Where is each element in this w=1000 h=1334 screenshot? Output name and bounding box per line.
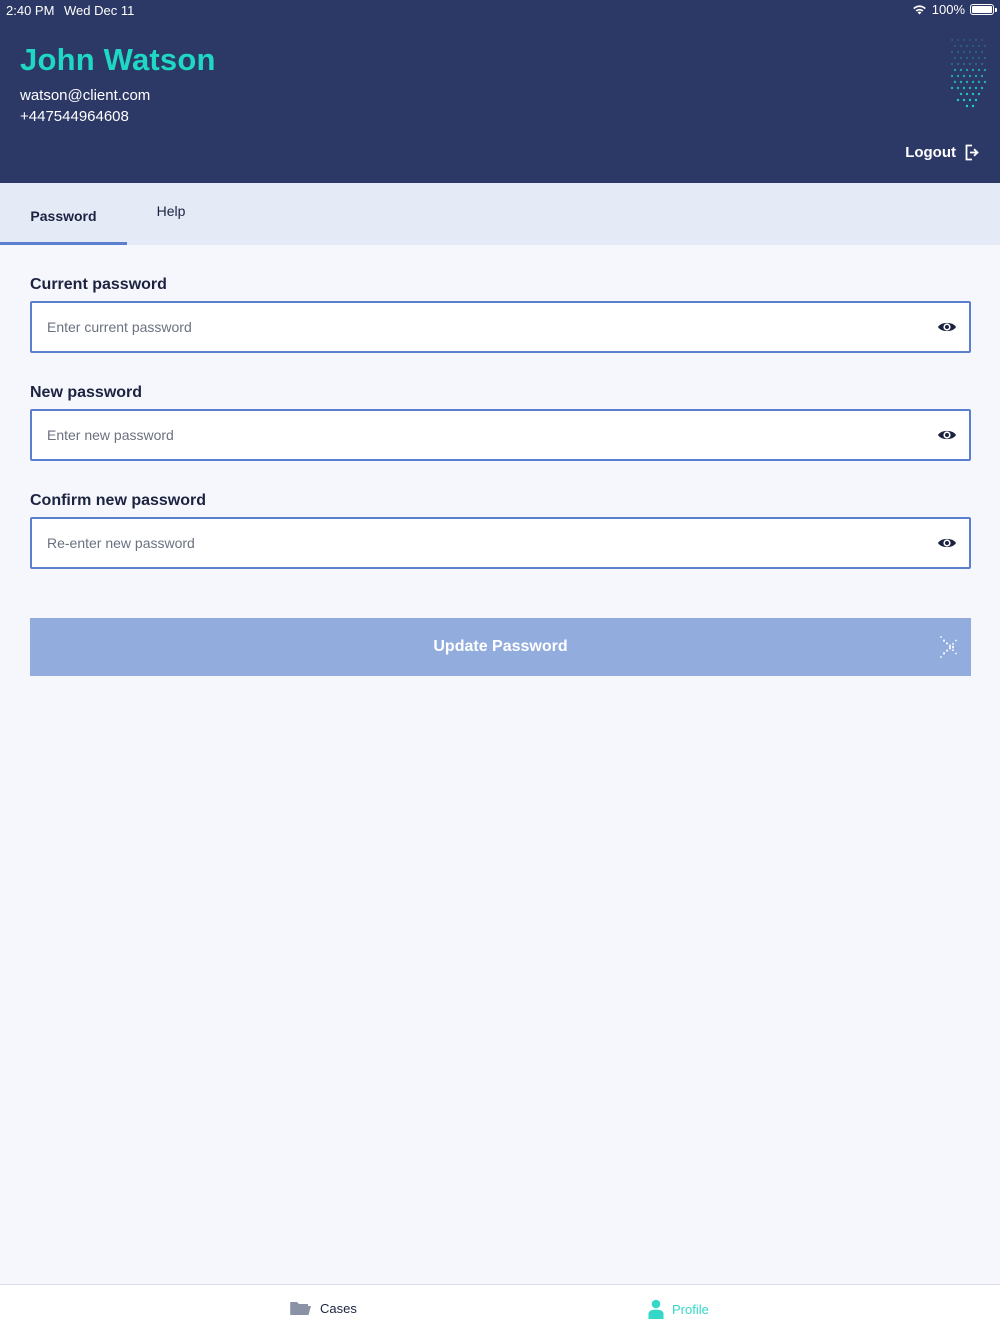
wifi-icon	[912, 5, 926, 15]
tab-password-label: Password	[30, 207, 97, 224]
new-password-label: New password	[30, 384, 143, 401]
user-email: watson@client.com	[20, 87, 151, 104]
nav-cases-label: Cases	[320, 1300, 357, 1316]
nav-cases[interactable]: Cases	[290, 1299, 357, 1317]
logout-icon	[965, 144, 979, 161]
new-password-field	[30, 409, 971, 461]
show-password-eye-icon[interactable]	[937, 426, 957, 444]
show-password-eye-icon[interactable]	[937, 534, 957, 552]
user-name: John Watson	[20, 42, 216, 77]
show-password-eye-icon[interactable]	[937, 318, 957, 336]
confirm-password-label: Confirm new password	[30, 492, 207, 509]
new-password-input[interactable]	[47, 411, 917, 459]
dotted-arrow-icon	[940, 636, 957, 658]
update-password-button[interactable]: Update Password	[30, 618, 971, 676]
confirm-password-input[interactable]	[47, 519, 917, 567]
update-password-label: Update Password	[433, 638, 568, 655]
nav-profile-label: Profile	[672, 1301, 709, 1317]
current-password-input[interactable]	[47, 303, 917, 351]
confirm-password-field	[30, 517, 971, 569]
current-password-label: Current password	[30, 276, 167, 293]
bottom-navigation: Cases Profile	[0, 1284, 1000, 1334]
logout-label: Logout	[905, 144, 956, 161]
status-date: Wed Dec 11	[64, 3, 135, 18]
settings-tabs: Password Help	[0, 183, 1000, 245]
tab-help[interactable]: Help	[127, 183, 215, 245]
user-phone: +447544964608	[20, 108, 129, 125]
brand-chevron-logo	[950, 38, 987, 108]
tab-password[interactable]: Password	[0, 183, 127, 245]
tab-help-label: Help	[156, 203, 186, 219]
folder-icon	[290, 1302, 311, 1315]
status-indicators: 100%	[912, 2, 997, 17]
current-password-field	[30, 301, 971, 353]
status-time: 2:40 PM	[6, 3, 55, 18]
person-icon	[648, 1299, 664, 1319]
profile-header: 2:40 PM Wed Dec 11 100% John Watson wats…	[0, 0, 1000, 183]
logout-button[interactable]: Logout	[905, 144, 980, 161]
battery-icon	[970, 4, 997, 15]
status-bar: 2:40 PM Wed Dec 11 100%	[0, 0, 1000, 20]
battery-percent: 100%	[931, 2, 965, 17]
nav-profile[interactable]: Profile	[648, 1299, 709, 1319]
